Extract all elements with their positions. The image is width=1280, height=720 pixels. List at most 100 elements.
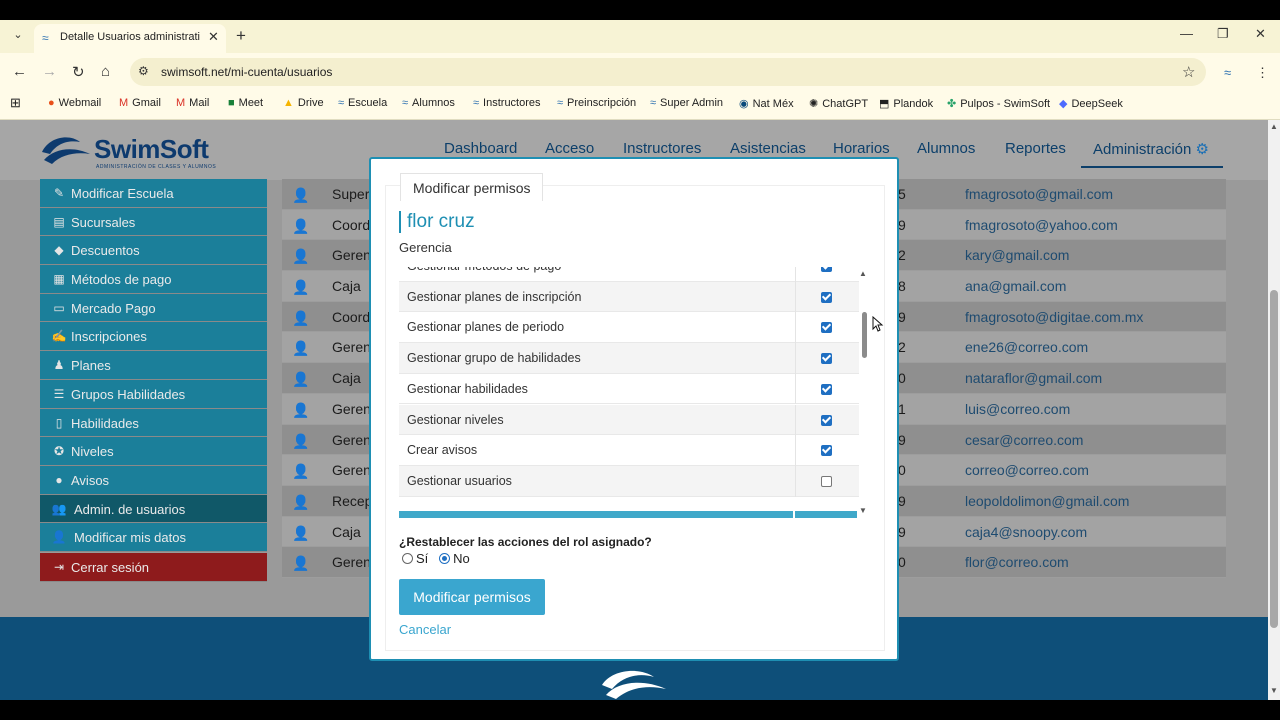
permission-checkbox[interactable]	[821, 383, 832, 395]
sidebar-item-planes[interactable]: ♟ Planes	[40, 351, 267, 380]
minimize-icon[interactable]: —	[1180, 26, 1193, 41]
scroll-up-icon[interactable]: ▲	[859, 269, 867, 278]
user-edit-icon[interactable]: 👤	[292, 187, 309, 204]
sidebar-item-modificar-escuela[interactable]: ✎ Modificar Escuela	[40, 179, 267, 208]
radio-no-circle[interactable]	[439, 553, 451, 564]
window-close-icon[interactable]: ✕	[1255, 26, 1266, 42]
restore-icon[interactable]: ❐	[1217, 26, 1229, 42]
user-phone-cell: 9	[898, 523, 906, 540]
sidebar-item-metodos-pago[interactable]: ▦ Métodos de pago	[40, 265, 267, 294]
bookmark-instructores[interactable]: ≈ Instructores	[473, 97, 541, 109]
sidebar-item-sucursales[interactable]: ▤ Sucursales	[40, 207, 267, 237]
radio-no[interactable]: No	[439, 551, 470, 566]
nav-alumnos[interactable]: Alumnos	[917, 140, 975, 157]
user-edit-icon[interactable]: 👤	[292, 279, 309, 296]
permission-checkbox[interactable]	[821, 322, 832, 334]
permission-checkbox[interactable]	[821, 475, 832, 487]
permission-checkbox[interactable]	[821, 414, 832, 426]
user-edit-icon[interactable]: 👤	[292, 218, 309, 235]
user-phone-cell: 9	[898, 216, 906, 233]
apps-grid-icon[interactable]: ⊞	[10, 95, 21, 111]
browser-menu-icon[interactable]: ⋮	[1256, 65, 1269, 81]
bookmark-gmail[interactable]: M Gmail	[119, 97, 161, 109]
extension-swimsoft-icon[interactable]: ≈	[1224, 65, 1231, 80]
user-edit-icon[interactable]: 👤	[292, 463, 309, 480]
sidebar-item-mercado-pago[interactable]: ▭ Mercado Pago	[40, 293, 267, 323]
sidebar-item-inscripciones[interactable]: ✍ Inscripciones	[40, 322, 267, 352]
sidebar-item-avisos[interactable]: ● Avisos	[40, 465, 267, 495]
permissions-scroll-thumb[interactable]	[862, 312, 867, 358]
sidebar-item-descuentos[interactable]: ◆ Descuentos	[40, 236, 267, 266]
radio-si[interactable]: Sí	[402, 551, 428, 566]
swimsoft-icon: ≈	[557, 97, 564, 109]
modify-permissions-button[interactable]: Modificar permisos	[399, 579, 545, 615]
nav-administracion[interactable]: Administración ⚙	[1081, 140, 1223, 168]
permission-checkbox[interactable]	[821, 445, 832, 457]
swimsoft-logo[interactable]: SwimSoft ADMINISTRACIÓN DE CLASES Y ALUM…	[40, 132, 216, 172]
bookmark-pulpos[interactable]: ✤ Pulpos - SwimSoft	[947, 97, 1050, 110]
bookmark-super-admin[interactable]: ≈ Super Admin	[650, 97, 723, 109]
url-text[interactable]: swimsoft.net/mi-cuenta/usuarios	[161, 65, 332, 79]
reload-icon[interactable]: ↻	[72, 63, 85, 81]
new-tab-icon[interactable]: +	[236, 26, 246, 46]
bookmark-escuela[interactable]: ≈ Escuela	[338, 97, 387, 109]
mail-icon: M	[176, 97, 186, 109]
user-edit-icon[interactable]: 👤	[292, 371, 309, 388]
permission-checkbox[interactable]	[821, 267, 832, 272]
user-edit-icon[interactable]: 👤	[292, 525, 309, 542]
user-edit-icon[interactable]: 👤	[292, 310, 309, 327]
sidebar-item-niveles[interactable]: ✪ Niveles	[40, 437, 267, 466]
bookmark-meet[interactable]: ■ Meet	[228, 97, 263, 109]
bookmark-mail[interactable]: M Mail	[176, 97, 209, 109]
nav-instructores[interactable]: Instructores	[623, 140, 701, 157]
page-scrollbar[interactable]: ▲ ▼	[1268, 120, 1280, 700]
back-icon[interactable]: ←	[12, 63, 27, 80]
scroll-up-icon[interactable]: ▲	[1270, 122, 1278, 131]
sidebar-item-grupos-habilidades[interactable]: ☰ Grupos Habilidades	[40, 379, 267, 409]
user-role-cell: Recep	[332, 492, 373, 509]
modal-tab[interactable]: Modificar permisos	[400, 173, 543, 201]
nav-acceso[interactable]: Acceso	[545, 140, 594, 157]
bookmark-nat-mex[interactable]: ◉ Nat Méx	[739, 97, 794, 110]
permissions-horizontal-scrollbar[interactable]	[399, 511, 857, 518]
logout-button[interactable]: ⇥ Cerrar sesión	[40, 552, 267, 582]
user-edit-icon[interactable]: 👤	[292, 340, 309, 357]
sidebar-item-admin-usuarios[interactable]: 👥 Admin. de usuarios	[40, 494, 267, 524]
bookmark-chatgpt[interactable]: ✺ ChatGPT	[809, 97, 868, 110]
nav-dashboard[interactable]: Dashboard	[444, 140, 517, 157]
user-edit-icon[interactable]: 👤	[292, 494, 309, 511]
nav-reportes[interactable]: Reportes	[1005, 140, 1066, 157]
scroll-down-icon[interactable]: ▼	[1270, 686, 1278, 695]
bookmark-plandok[interactable]: ⬒ Plandok	[879, 97, 933, 110]
cancel-link[interactable]: Cancelar	[399, 622, 451, 637]
page-scroll-thumb[interactable]	[1270, 290, 1278, 628]
permission-checkbox[interactable]	[821, 353, 832, 365]
radio-si-circle[interactable]	[402, 553, 413, 564]
bookmark-webmail[interactable]: ● Webmail	[48, 97, 101, 109]
user-phone-cell: 0	[898, 462, 906, 479]
browser-tab[interactable]: ≈ Detalle Usuarios administrativo ✕	[34, 24, 226, 53]
user-edit-icon[interactable]: 👤	[292, 433, 309, 450]
user-edit-icon[interactable]: 👤	[292, 248, 309, 265]
nav-horarios[interactable]: Horarios	[833, 140, 890, 157]
user-name: flor cruz	[399, 211, 475, 233]
home-icon[interactable]: ⌂	[101, 63, 110, 80]
site-info-icon[interactable]: ⚙	[138, 64, 149, 78]
bookmark-alumnos[interactable]: ≈ Alumnos	[402, 97, 455, 109]
sidebar-item-habilidades[interactable]: ▯ Habilidades	[40, 408, 267, 438]
bookmark-drive[interactable]: ▲ Drive	[283, 97, 324, 109]
forward-icon[interactable]: →	[42, 63, 57, 80]
bookmark-star-icon[interactable]: ☆	[1182, 63, 1195, 81]
tab-search-icon[interactable]: ⌄	[8, 28, 28, 46]
permission-checkbox[interactable]	[821, 291, 832, 303]
address-bar[interactable]: ⚙ swimsoft.net/mi-cuenta/usuarios ☆	[130, 58, 1206, 86]
bookmark-deepseek[interactable]: ◆ DeepSeek	[1059, 97, 1123, 110]
scroll-down-icon[interactable]: ▼	[859, 506, 867, 515]
sidebar-item-modificar-datos[interactable]: 👤 Modificar mis datos	[40, 523, 267, 552]
user-edit-icon[interactable]: 👤	[292, 555, 309, 572]
nav-asistencias[interactable]: Asistencias	[730, 140, 806, 157]
user-edit-icon[interactable]: 👤	[292, 402, 309, 419]
bookmark-preinscripcion[interactable]: ≈ Preinscripción	[557, 97, 636, 109]
tab-close-icon[interactable]: ✕	[208, 29, 219, 45]
permissions-scrollbar[interactable]: ▲ ▼	[859, 269, 869, 515]
